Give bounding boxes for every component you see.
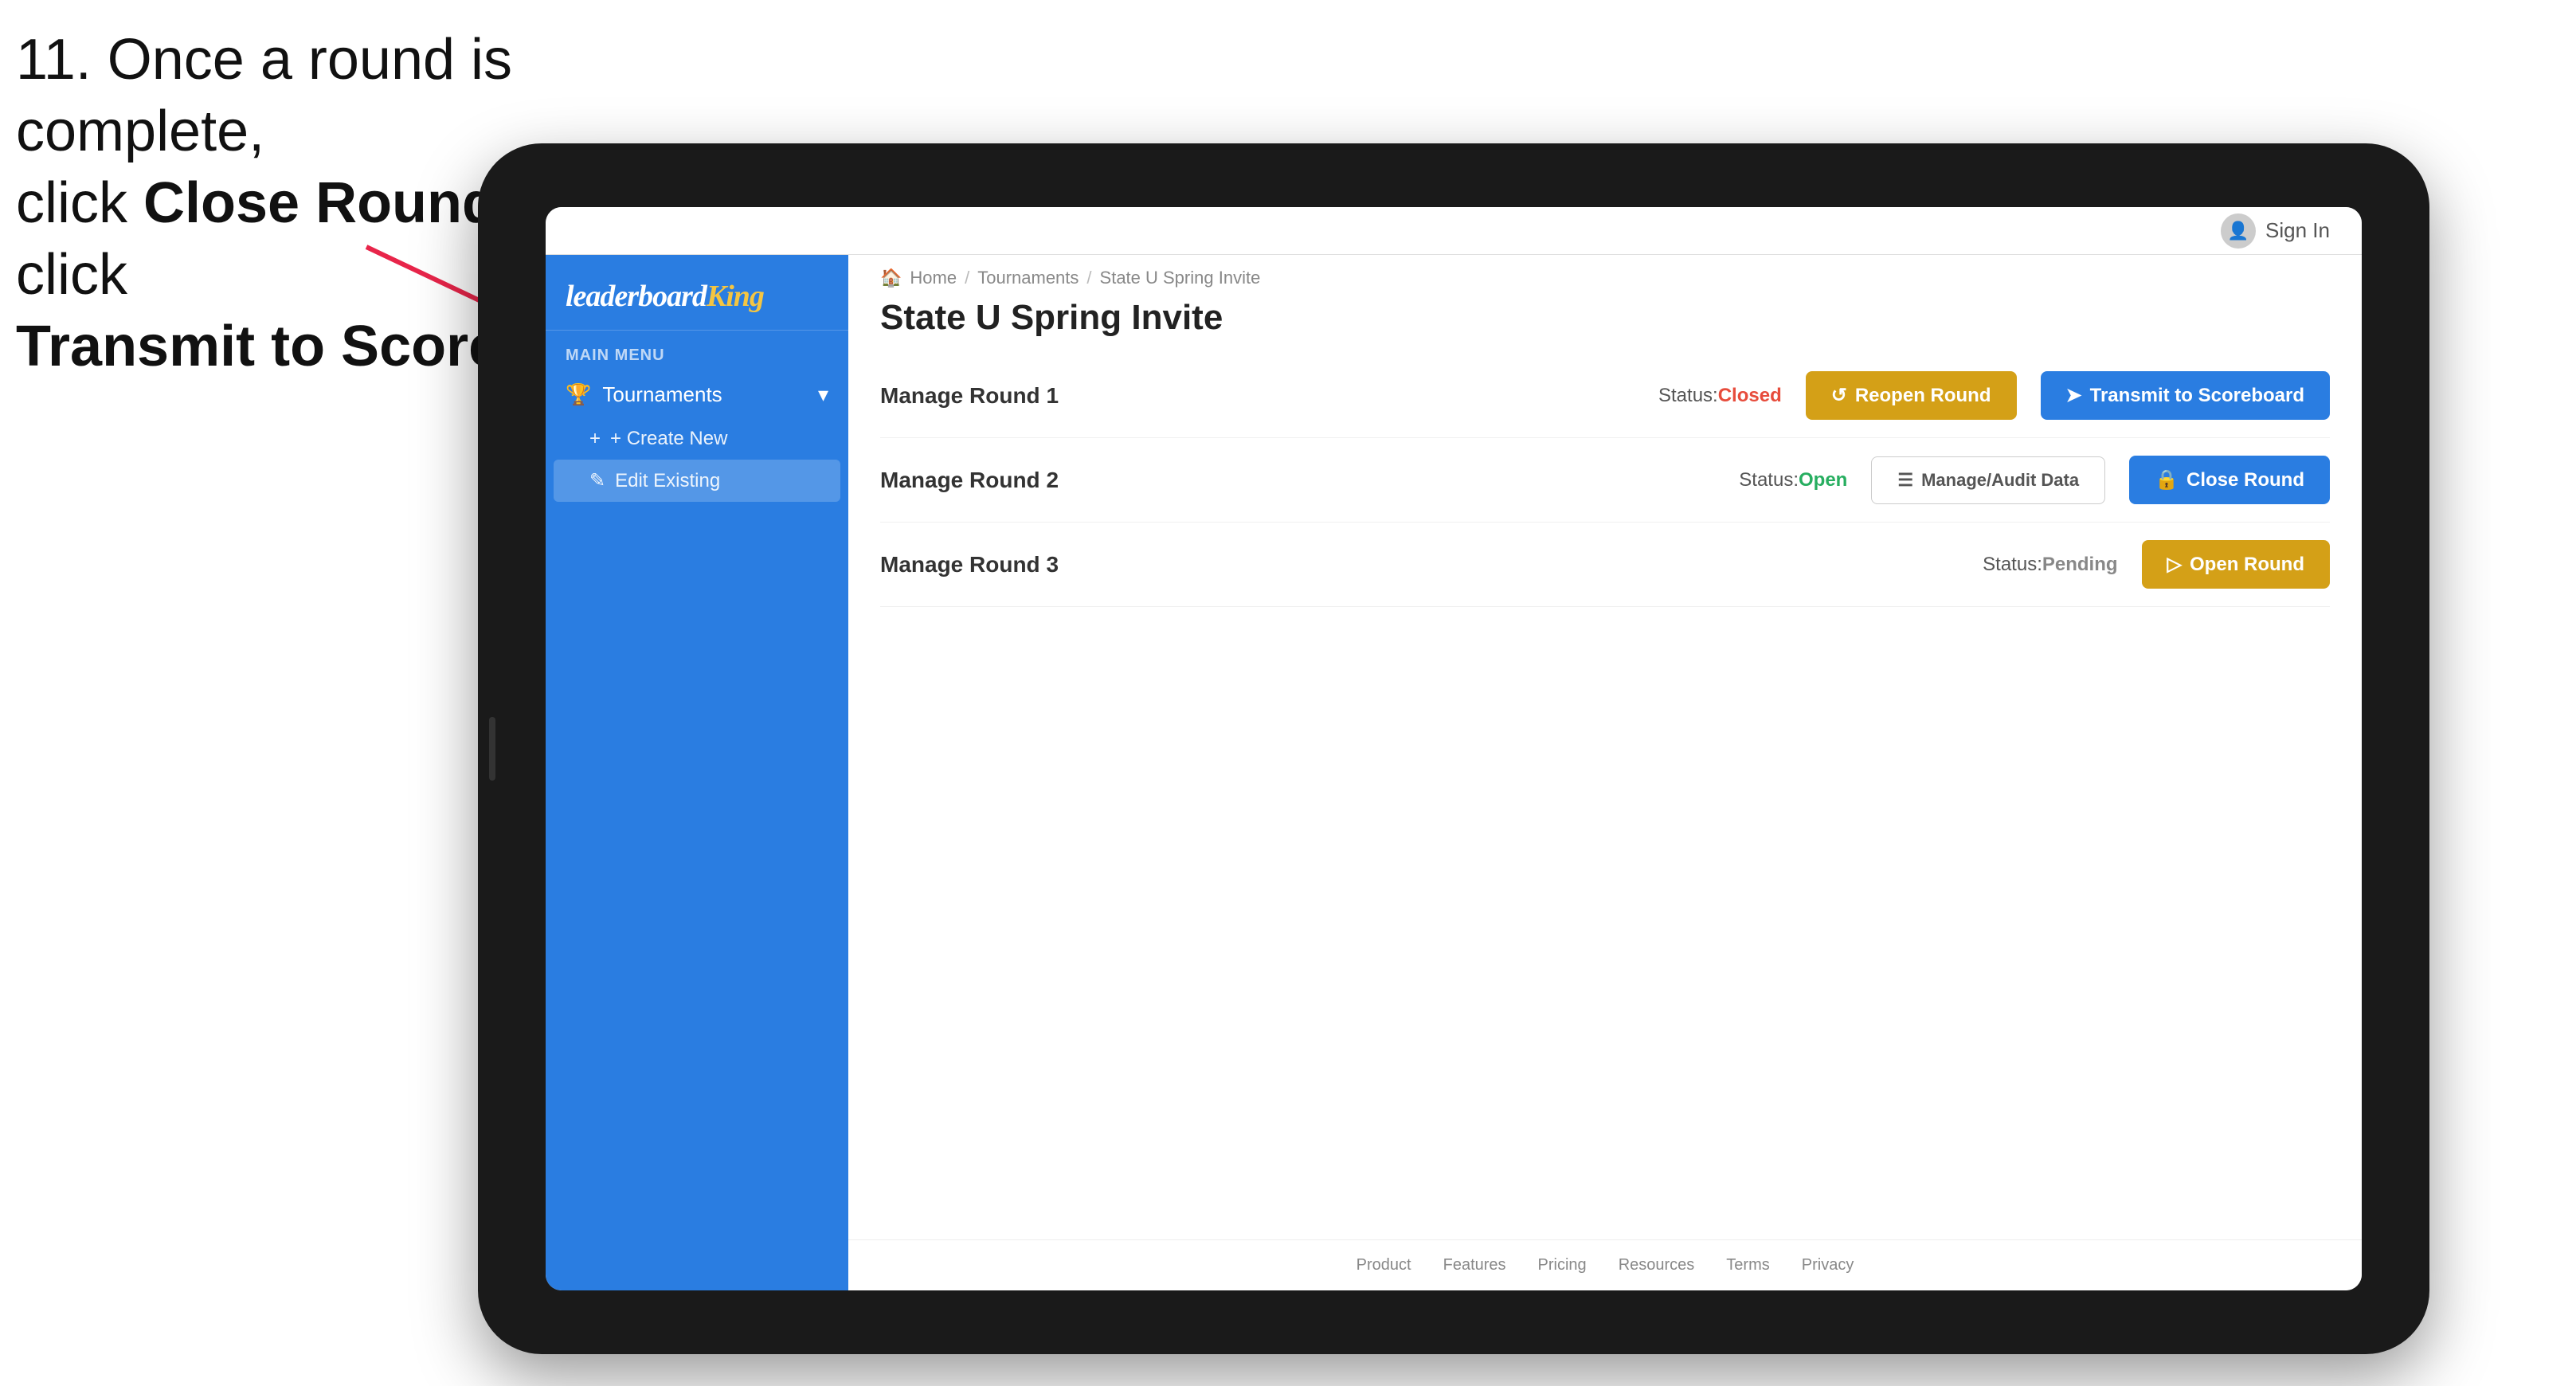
breadcrumb-home-icon: 🏠 [880, 268, 902, 288]
breadcrumb-sep1: / [965, 268, 969, 288]
edit-icon: ✎ [589, 469, 605, 492]
footer-link-terms[interactable]: Terms [1726, 1256, 1769, 1274]
avatar: 👤 [2221, 213, 2256, 249]
breadcrumb-sep2: / [1086, 268, 1091, 288]
logo: leaderboardKing [566, 279, 828, 314]
chevron-down-icon: ▾ [818, 382, 828, 407]
reopen-round-button[interactable]: ↺ Reopen Round [1806, 371, 2017, 420]
page-title: State U Spring Invite [848, 295, 2362, 354]
tablet-side-button [489, 717, 495, 781]
footer-link-features[interactable]: Features [1443, 1256, 1506, 1274]
transmit-scoreboard-button[interactable]: ➤ Transmit to Scoreboard [2041, 371, 2331, 420]
instruction-line2: click [16, 171, 143, 235]
breadcrumb-tournaments[interactable]: Tournaments [977, 268, 1079, 288]
sign-in-area: 👤 Sign In [2221, 213, 2330, 249]
footer-link-privacy[interactable]: Privacy [1802, 1256, 1854, 1274]
round1-status: Status:Closed [1658, 385, 1782, 407]
round3-status-value: Pending [2042, 554, 2118, 575]
round2-label: Manage Round 2 [880, 468, 1059, 493]
round-row-3: Manage Round 3 Status:Pending ▷ Open Rou… [880, 523, 2330, 607]
main-content: 🏠 Home / Tournaments / State U Spring In… [848, 255, 2362, 1290]
breadcrumb: 🏠 Home / Tournaments / State U Spring In… [848, 255, 2362, 295]
edit-existing-label: Edit Existing [615, 470, 720, 492]
trophy-icon: 🏆 [566, 382, 591, 407]
transmit-icon: ➤ [2066, 384, 2082, 407]
round3-status: Status:Pending [1983, 554, 2117, 576]
sidebar-item-tournaments[interactable]: 🏆 Tournaments ▾ [546, 371, 848, 418]
create-new-label: + Create New [610, 428, 727, 450]
sidebar-item-tournaments-left: 🏆 Tournaments [566, 382, 722, 407]
round2-status-value: Open [1799, 469, 1847, 491]
round3-label: Manage Round 3 [880, 552, 1059, 578]
app-container: leaderboardKing MAIN MENU 🏆 Tournaments … [546, 255, 2362, 1290]
logo-king: King [707, 280, 764, 313]
round1-right: Status:Closed ↺ Reopen Round ➤ Transmit … [1658, 371, 2330, 420]
logo-area: leaderboardKing [546, 255, 848, 331]
breadcrumb-home[interactable]: Home [910, 268, 957, 288]
reopen-icon: ↺ [1831, 384, 1847, 407]
close-round-label: Close Round [2186, 469, 2304, 491]
breadcrumb-current: State U Spring Invite [1100, 268, 1261, 288]
round-row-2: Manage Round 2 Status:Open ☰ Manage/Audi… [880, 438, 2330, 523]
round2-right: Status:Open ☰ Manage/Audit Data 🔒 Close … [1739, 456, 2330, 504]
transmit-scoreboard-label: Transmit to Scoreboard [2090, 385, 2304, 407]
logo-leaderboard: leaderboard [566, 280, 707, 313]
tablet-shell: 👤 Sign In leaderboardKing MAIN MENU 🏆 To… [478, 143, 2429, 1354]
tablet-screen: 👤 Sign In leaderboardKing MAIN MENU 🏆 To… [546, 207, 2362, 1290]
round2-status: Status:Open [1739, 469, 1847, 491]
rounds-container: Manage Round 1 Status:Closed ↺ Reopen Ro… [848, 354, 2362, 1239]
instruction-line1: 11. Once a round is complete, [16, 28, 512, 163]
round-row-1: Manage Round 1 Status:Closed ↺ Reopen Ro… [880, 354, 2330, 438]
manage-audit-button[interactable]: ☰ Manage/Audit Data [1871, 456, 2105, 504]
sidebar: leaderboardKing MAIN MENU 🏆 Tournaments … [546, 255, 848, 1290]
footer-link-product[interactable]: Product [1357, 1256, 1411, 1274]
round3-right: Status:Pending ▷ Open Round [1983, 540, 2330, 589]
instruction-bold1: Close Round [143, 171, 497, 235]
footer: Product Features Pricing Resources Terms… [848, 1239, 2362, 1290]
round1-status-value: Closed [1718, 385, 1782, 406]
footer-link-resources[interactable]: Resources [1619, 1256, 1695, 1274]
footer-link-pricing[interactable]: Pricing [1538, 1256, 1587, 1274]
lock-icon: 🔒 [2155, 468, 2179, 491]
main-menu-label: MAIN MENU [546, 331, 848, 371]
open-icon: ▷ [2167, 553, 2182, 576]
round1-label: Manage Round 1 [880, 383, 1059, 409]
reopen-round-label: Reopen Round [1855, 385, 1991, 407]
sidebar-item-create-new[interactable]: + + Create New [546, 418, 848, 460]
sidebar-item-edit-existing[interactable]: ✎ Edit Existing [554, 460, 840, 502]
sidebar-tournaments-label: Tournaments [602, 382, 722, 407]
plus-icon: + [589, 428, 601, 450]
top-bar: 👤 Sign In [546, 207, 2362, 255]
close-round-button[interactable]: 🔒 Close Round [2129, 456, 2330, 504]
sign-in-label[interactable]: Sign In [2265, 218, 2330, 243]
manage-audit-label: Manage/Audit Data [1921, 470, 2079, 491]
manage-icon: ☰ [1897, 470, 1913, 491]
open-round-label: Open Round [2190, 554, 2304, 576]
open-round-button[interactable]: ▷ Open Round [2142, 540, 2330, 589]
